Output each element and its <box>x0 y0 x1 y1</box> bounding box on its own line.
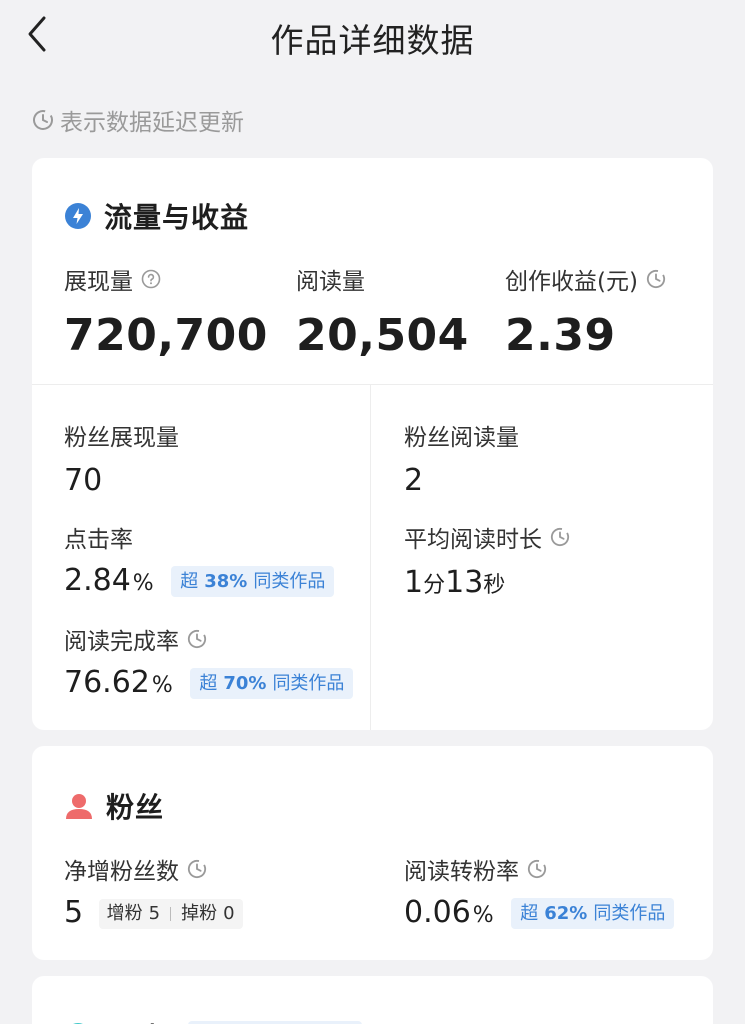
delay-note: 表示数据延迟更新 <box>32 104 244 136</box>
divider <box>370 384 371 730</box>
earnings-value: 2.39 <box>505 310 616 361</box>
traffic-card: 流量与收益 展现量 720,700 阅读量 20,504 创作收益(元) 2.3… <box>32 158 713 730</box>
traffic-card-title: 流量与收益 <box>104 201 250 234</box>
person-icon <box>64 792 94 820</box>
avg-read-time-metric: 平均阅读时长 1分13秒 <box>404 520 570 598</box>
page: 作品详细数据 表示数据延迟更新 流量与收益 展现量 720,700 阅读量 20… <box>0 0 745 1024</box>
impressions-metric: 展现量 720,700 <box>64 262 268 358</box>
completion-metric: 阅读完成率 76.62% 超 70% 同类作品 <box>64 622 354 700</box>
divider <box>32 384 713 385</box>
clock-icon <box>527 859 547 879</box>
ctr-comparison-badge: 超 38% 同类作品 <box>171 566 335 597</box>
net-fans-value: 5 <box>64 895 84 930</box>
clock-icon <box>550 527 570 547</box>
fan-impressions-metric: 粉丝展现量 70 <box>64 418 179 496</box>
separator <box>170 906 172 921</box>
interaction-card-title: 互动 <box>104 1016 162 1024</box>
loss-value: 0 <box>223 902 235 924</box>
completion-unit: % <box>151 673 173 698</box>
fans-breakdown: 增粉 5 掉粉 0 <box>98 898 243 929</box>
fan-reads-label: 粉丝阅读量 <box>404 425 519 451</box>
reads-label: 阅读量 <box>296 269 365 295</box>
net-fans-metric: 净增粉丝数 5 增粉 5 掉粉 0 <box>64 852 243 929</box>
fan-impressions-label: 粉丝展现量 <box>64 425 179 451</box>
impressions-label: 展现量 <box>64 269 133 295</box>
fans-card-header: 粉丝 <box>64 786 164 826</box>
ctr-label: 点击率 <box>64 527 133 553</box>
avg-read-time-label: 平均阅读时长 <box>404 527 542 553</box>
read-conversion-label: 阅读转粉率 <box>404 859 519 885</box>
completion-value: 76.62 <box>64 665 150 700</box>
interaction-card-header: 互动 <box>64 1016 363 1024</box>
net-fans-label: 净增粉丝数 <box>64 859 179 885</box>
fans-card-title: 粉丝 <box>106 791 165 824</box>
completion-label: 阅读完成率 <box>64 629 179 655</box>
ctr-metric: 点击率 2.84% 超 38% 同类作品 <box>64 520 335 598</box>
earnings-metric: 创作收益(元) 2.39 <box>505 262 666 358</box>
traffic-card-header: 流量与收益 <box>64 196 249 236</box>
read-conversion-value: 0.06 <box>404 895 471 930</box>
interaction-card: 互动 <box>32 976 713 1024</box>
clock-icon <box>187 629 207 649</box>
conversion-comparison-badge: 超 62% 同类作品 <box>511 898 675 929</box>
gain-label: 增粉 <box>106 902 143 924</box>
delay-note-text: 表示数据延迟更新 <box>60 110 244 136</box>
reads-value: 20,504 <box>296 310 469 361</box>
earnings-label: 创作收益(元) <box>505 269 638 295</box>
read-conversion-unit: % <box>472 903 494 928</box>
gain-value: 5 <box>148 902 161 924</box>
loss-label: 掉粉 <box>181 902 218 924</box>
help-circle-icon[interactable] <box>141 269 161 289</box>
avg-read-time-value: 1分13秒 <box>404 565 506 600</box>
fan-reads-metric: 粉丝阅读量 2 <box>404 418 519 496</box>
clock-icon <box>187 859 207 879</box>
impressions-value: 720,700 <box>64 310 268 361</box>
completion-comparison-badge: 超 70% 同类作品 <box>190 668 354 699</box>
ctr-value: 2.84 <box>64 563 131 598</box>
clock-icon <box>646 269 666 289</box>
page-title: 作品详细数据 <box>270 21 475 60</box>
fans-card: 粉丝 净增粉丝数 5 增粉 5 掉粉 0 阅读转粉率 0.06% 超 62% 同… <box>32 746 713 960</box>
fan-impressions-value: 70 <box>64 463 103 498</box>
flame-drop-icon <box>64 202 92 230</box>
fan-reads-value: 2 <box>404 463 424 498</box>
nav-bar: 作品详细数据 <box>0 0 745 76</box>
read-conversion-metric: 阅读转粉率 0.06% 超 62% 同类作品 <box>404 852 675 930</box>
reads-metric: 阅读量 20,504 <box>296 262 469 358</box>
ctr-unit: % <box>132 571 154 596</box>
clock-icon <box>32 109 54 131</box>
